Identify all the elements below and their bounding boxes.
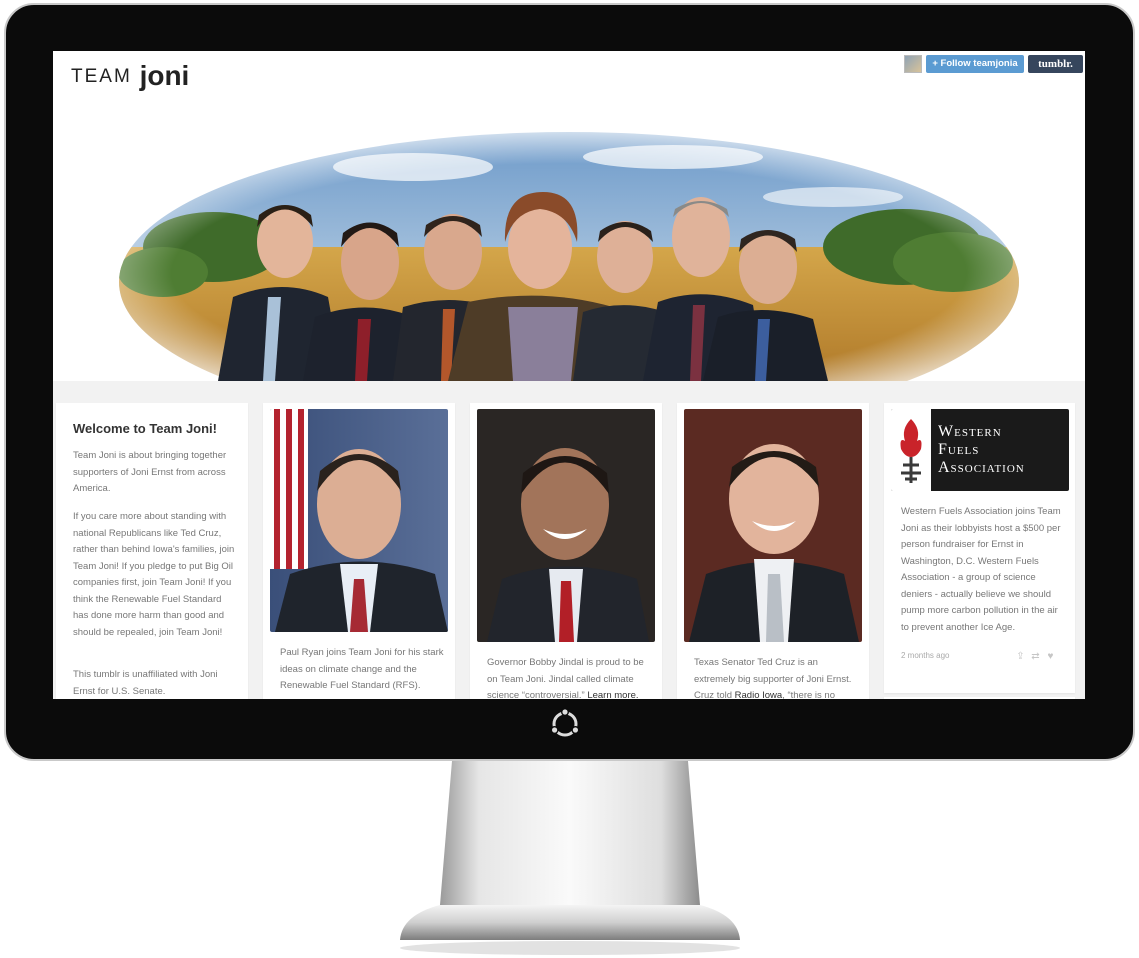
post-card: Western Fuels Association Western Fuels … — [884, 403, 1075, 693]
tumblr-button[interactable]: tumblr. — [1028, 55, 1083, 73]
logo-line: Western — [938, 423, 1002, 440]
follow-button[interactable]: + Follow teamjonia — [926, 55, 1024, 73]
welcome-paragraph: If you care more about standing with nat… — [73, 511, 235, 638]
post-caption-text: , “there is no — [782, 690, 835, 699]
share-icon[interactable]: ⇪ — [1013, 651, 1028, 662]
post-card — [884, 697, 1075, 699]
welcome-paragraph: This tumblr is unaffiliated with Joni Er… — [73, 669, 218, 697]
header-banner-image — [53, 97, 1085, 381]
like-icon[interactable]: ♥ — [1043, 651, 1058, 662]
screen: TEAM joni + Follow teamjonia tumblr. Wel… — [53, 51, 1085, 699]
logo-joni: joni — [139, 60, 190, 91]
radio-iowa-link[interactable]: Radio Iowa — [735, 690, 783, 699]
logo-line: Fuels — [938, 441, 980, 458]
blog-avatar[interactable] — [904, 55, 922, 73]
logo-team: TEAM — [71, 66, 132, 87]
post-caption: Texas Senator Ted Cruz is an extremely b… — [694, 655, 858, 699]
post-caption: Western Fuels Association joins Team Jon… — [901, 506, 1061, 633]
post-caption: Governor Bobby Jindal is proud to be on … — [487, 655, 651, 699]
ubuntu-logo-icon — [550, 708, 580, 737]
western-fuels-logo-text: Western Fuels Association — [938, 423, 1025, 477]
post-photo[interactable] — [477, 409, 655, 642]
learn-more-link[interactable]: Learn more. — [587, 690, 638, 699]
reblog-icon[interactable]: ⇄ — [1028, 651, 1043, 662]
post-photo[interactable] — [684, 409, 862, 642]
blog-logo[interactable]: TEAM joni — [71, 60, 189, 92]
western-fuels-logo[interactable]: Western Fuels Association — [891, 409, 1069, 491]
post-photo[interactable] — [270, 409, 448, 632]
post-actions: ⇪ ⇄ ♥ — [1013, 651, 1063, 663]
welcome-card: Welcome to Team Joni! Team Joni is about… — [56, 403, 248, 699]
welcome-title: Welcome to Team Joni! — [73, 421, 217, 436]
blog-header: TEAM joni + Follow teamjonia tumblr. — [53, 51, 1085, 97]
post-card: Texas Senator Ted Cruz is an extremely b… — [677, 403, 869, 699]
post-card: Governor Bobby Jindal is proud to be on … — [470, 403, 662, 699]
welcome-paragraph: Team Joni is about bringing together sup… — [73, 450, 227, 494]
logo-line: Association — [938, 459, 1025, 476]
post-card: Paul Ryan joins Team Joni for his stark … — [263, 403, 455, 699]
post-timestamp[interactable]: 2 months ago — [901, 651, 949, 660]
post-caption: Paul Ryan joins Team Joni for his stark … — [280, 647, 444, 691]
